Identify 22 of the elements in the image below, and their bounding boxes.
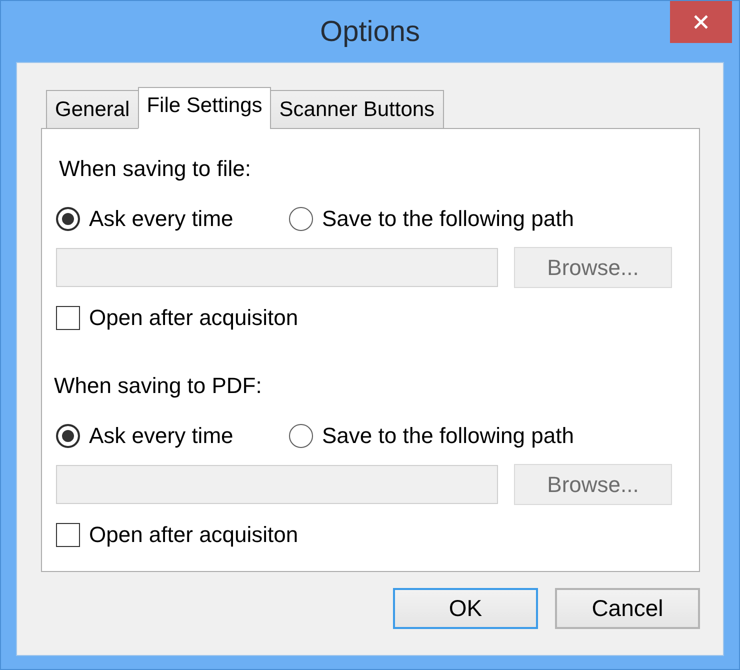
tab[interactable]: File Settings (138, 87, 272, 129)
tab[interactable]: General (46, 90, 139, 129)
checkbox[interactable] (56, 306, 80, 330)
checkbox-label: Open after acquisiton (89, 522, 298, 547)
checkbox[interactable] (56, 522, 80, 546)
radio-label: Save to the following path (322, 206, 574, 231)
close-button[interactable] (670, 1, 732, 43)
close-icon (694, 15, 708, 29)
radio-label: Ask every time (89, 423, 234, 448)
ok-button[interactable]: OK (393, 588, 538, 629)
radio-label: Ask every time (89, 206, 234, 231)
radio-button[interactable] (56, 206, 80, 230)
radio-button[interactable] (56, 424, 80, 448)
checkbox-label: Open after acquisiton (89, 305, 298, 330)
radio-button[interactable] (289, 424, 313, 448)
radio-label: Save to the following path (322, 423, 574, 448)
section-heading: When saving to file: (59, 156, 251, 181)
tab[interactable]: Scanner Buttons (270, 90, 444, 129)
radio-button[interactable] (289, 206, 313, 230)
section-heading: When saving to PDF: (54, 373, 262, 398)
cancel-button[interactable]: Cancel (555, 588, 700, 629)
window-title: Options (320, 14, 420, 48)
